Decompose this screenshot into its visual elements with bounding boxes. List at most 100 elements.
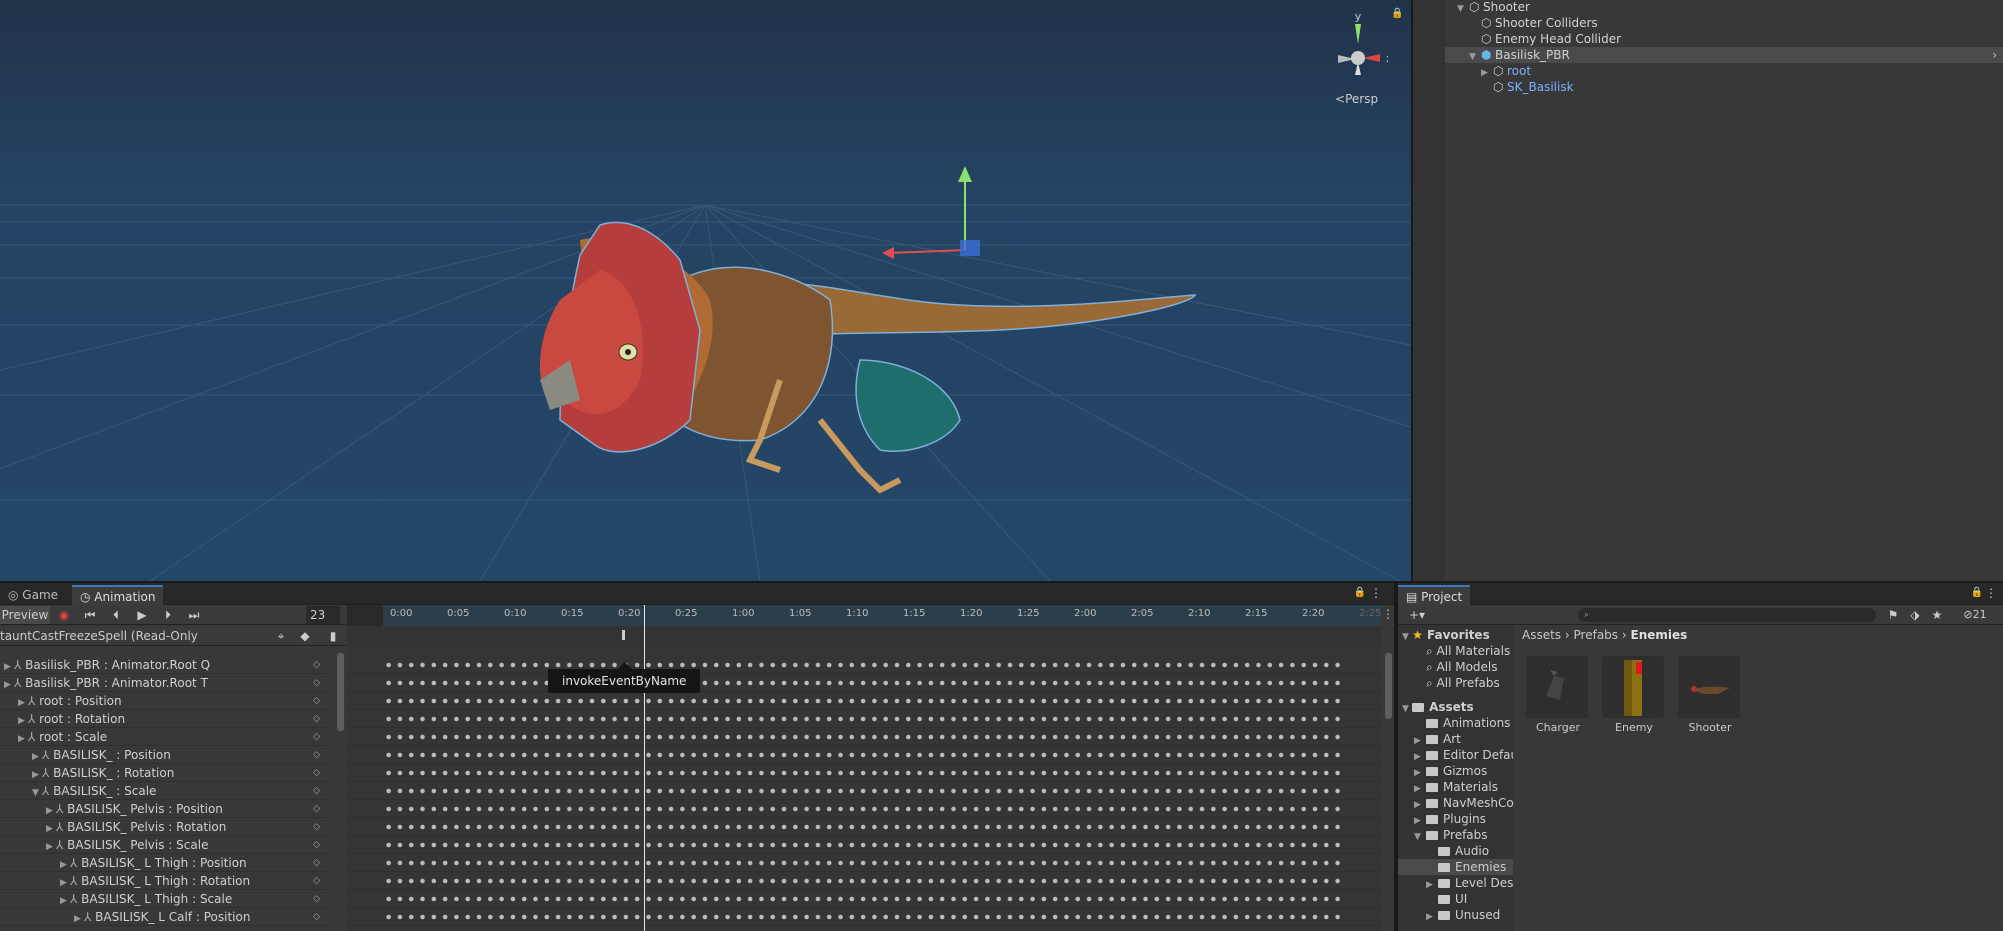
asset-tile-charger[interactable]: Charger [1526,656,1590,734]
keyframe-row[interactable] [347,764,1381,782]
hierarchy-item[interactable]: ⬡ Shooter Colliders [1445,15,2003,31]
track-scrollbar[interactable] [337,653,344,731]
keyframe-row[interactable] [347,674,1381,692]
keyframe-row[interactable] [347,746,1381,764]
more-menu-icon[interactable]: ⋮ [1382,607,1394,621]
keyframe-toggle-icon[interactable]: ◇ [313,710,320,728]
preview-button[interactable]: Preview [0,606,50,624]
folder-item[interactable]: Audio [1426,843,1489,859]
favorites-header[interactable]: ▼ ★ Favorites [1402,627,1490,643]
lock-icon[interactable]: 🔒 [1971,587,1983,598]
folder-item[interactable]: ▼ Prefabs [1414,827,1488,843]
frame-field[interactable]: 23 [306,606,340,624]
hierarchy-item[interactable]: ⬡ SK_Basilisk [1445,79,2003,95]
keyframe-row[interactable] [347,782,1381,800]
folder-item[interactable]: ▶Editor Default Resources [1414,747,1513,763]
event-lane[interactable] [347,626,1381,646]
keyframe-row[interactable] [347,836,1381,854]
keyframe-row[interactable] [347,872,1381,890]
keyframe-toggle-icon[interactable]: ◇ [313,818,320,836]
persp-toggle[interactable]: <Persp [1335,92,1378,106]
keyframe-toggle-icon[interactable]: ◇ [313,746,320,764]
create-button[interactable]: +▾ [1402,606,1432,624]
asset-tile-shooter[interactable]: Shooter [1678,656,1742,734]
keyframe-row[interactable] [347,908,1381,926]
assets-header[interactable]: ▼ Assets [1402,699,1474,715]
tab-game[interactable]: ◎ Game [0,585,66,605]
expand-arrow-icon[interactable]: ▶ [74,910,84,928]
add-key-icon[interactable]: ◆ [296,627,314,645]
folder-item[interactable]: ▶ Gizmos [1414,763,1487,779]
animation-track-row[interactable]: ▶ ⅄ root : Rotation ◇ [0,710,330,728]
keyframe-row[interactable] [347,656,1381,674]
folder-item[interactable]: UI [1426,891,1467,907]
keyframe-toggle-icon[interactable]: ◇ [313,656,320,674]
hierarchy-item-selected[interactable]: ▼ ⬢ Basilisk_PBR › [1445,47,2003,63]
keyframe-row[interactable] [347,818,1381,836]
prev-keyframe-icon[interactable]: ⏴ [106,606,126,624]
folder-item[interactable]: ▶ Art [1414,731,1461,747]
keyframe-toggle-icon[interactable]: ◇ [313,890,320,908]
keyframe-row[interactable] [347,890,1381,908]
animation-track-row[interactable]: ▶ ⅄ Basilisk_PBR : Animator.Root Q ◇ [0,656,330,674]
more-menu-icon[interactable]: ⋮ [1370,586,1382,600]
keyframe-row[interactable] [347,710,1381,728]
filter-type-icon[interactable]: ⚑ [1884,606,1902,624]
keyframe-scrollbar[interactable] [1385,653,1392,719]
next-keyframe-icon[interactable]: ⏵ [158,606,178,624]
clip-dropdown[interactable]: tauntCastFreezeSpell (Read-Only)▾ [0,627,198,645]
last-keyframe-icon[interactable]: ⏭ [184,606,204,624]
animation-track-row[interactable]: ▶ ⅄ Basilisk_PBR : Animator.Root T ◇ [0,674,330,692]
favorite-item[interactable]: ⌕ All Prefabs [1426,675,1500,691]
keyframe-toggle-icon[interactable]: ◇ [313,692,320,710]
keyframe-toggle-icon[interactable]: ◇ [313,908,320,926]
lock-icon[interactable]: 🔒 [1354,587,1366,598]
favorite-item[interactable]: ⌕ All Materials [1426,643,1510,659]
keyframe-row[interactable] [347,854,1381,872]
folder-item[interactable]: ▶ Plugins [1414,811,1486,827]
first-keyframe-icon[interactable]: ⏮ [80,606,100,624]
add-event-icon[interactable]: ▮ [324,627,342,645]
tab-project[interactable]: ▤ Project [1398,585,1471,605]
animation-track-row[interactable]: ▶ ⅄ BASILISK_ L Thigh : Scale ◇ [0,890,330,908]
breadcrumb-prefabs[interactable]: Prefabs [1574,628,1619,642]
animation-track-row[interactable]: ▶ ⅄ BASILISK_ : Rotation ◇ [0,764,330,782]
keyframe-area[interactable] [347,646,1381,931]
orientation-gizmo[interactable]: y x [1328,10,1393,80]
favorite-star-icon[interactable]: ★ [1928,606,1946,624]
more-menu-icon[interactable]: ⋮ [1985,586,1997,600]
hierarchy-item[interactable]: ▶ ⬡ root [1445,63,2003,79]
folder-item[interactable]: ▶ Unused [1426,907,1500,923]
keyframe-toggle-icon[interactable]: ◇ [313,782,320,800]
keyframe-toggle-icon[interactable]: ◇ [313,872,320,890]
filter-label-icon[interactable]: ⬗ [1906,606,1924,624]
keyframe-toggle-icon[interactable]: ◇ [313,674,320,692]
asset-tile-enemy[interactable]: Enemy [1602,656,1666,734]
search-input[interactable]: ⌕ [1578,608,1876,622]
hierarchy-item[interactable]: ⬡ Enemy Head Collider [1445,31,2003,47]
animation-track-row[interactable]: ▶ ⅄ BASILISK_ : Position ◇ [0,746,330,764]
folder-item[interactable]: ▶ Materials [1414,779,1498,795]
animation-track-row[interactable]: ▶ ⅄ BASILISK_ L Calf : Position ◇ [0,908,330,926]
animation-track-row[interactable]: ▶ ⅄ root : Scale ◇ [0,728,330,746]
breadcrumb-enemies[interactable]: Enemies [1631,628,1688,642]
keyframe-toggle-icon[interactable]: ◇ [313,764,320,782]
visibility-count[interactable]: ⊘21 [1950,606,2000,624]
keyframe-toggle-icon[interactable]: ◇ [313,800,320,818]
animation-track-row[interactable]: ▶ ⅄ BASILISK_ Pelvis : Position ◇ [0,800,330,818]
keyframe-row[interactable] [347,692,1381,710]
animation-track-row[interactable]: ▶ ⅄ BASILISK_ Pelvis : Rotation ◇ [0,818,330,836]
animation-track-row[interactable]: ▶ ⅄ BASILISK_ L Thigh : Rotation ◇ [0,872,330,890]
animation-track-row[interactable]: ▶ ⅄ BASILISK_ L Thigh : Position ◇ [0,854,330,872]
folder-item[interactable]: ▶Level Design [1426,875,1513,891]
playhead[interactable] [644,605,645,931]
add-keyframe-icon[interactable]: ⌖ [272,627,290,645]
folder-item[interactable]: Animations [1414,715,1510,731]
tab-animation[interactable]: ◷ Animation [72,585,164,605]
play-icon[interactable]: ▶ [132,606,152,624]
lock-icon[interactable]: 🔒 [1391,8,1403,19]
folder-item[interactable]: Enemies [1398,859,1513,875]
folder-item[interactable]: ▶NavMeshComponents [1414,795,1513,811]
keyframe-row[interactable] [347,728,1381,746]
hierarchy-item[interactable]: ▼ ⬡ Shooter [1445,0,2003,15]
